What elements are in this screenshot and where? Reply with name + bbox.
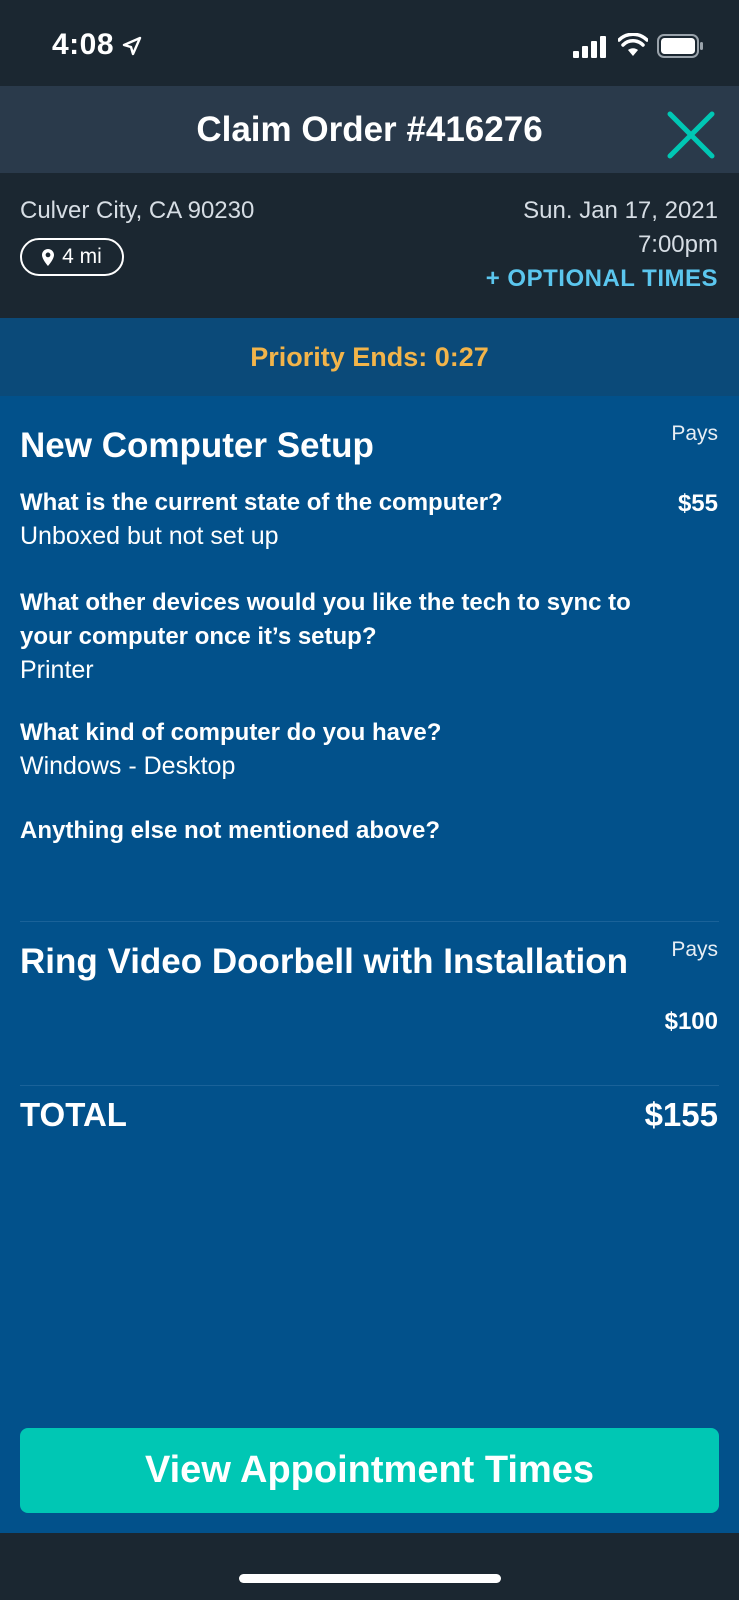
total-label: TOTAL bbox=[20, 1096, 127, 1133]
cellular-signal-icon bbox=[573, 36, 606, 58]
pays-label: Pays bbox=[671, 422, 718, 445]
priority-banner: Priority Ends: 0:27 bbox=[0, 318, 739, 396]
service-title: New Computer Setup bbox=[20, 426, 374, 465]
appointment-date: Sun. Jan 17, 2021 bbox=[523, 197, 718, 224]
distance-badge: 4 mi bbox=[20, 238, 124, 276]
home-indicator[interactable] bbox=[239, 1574, 501, 1583]
priority-countdown: Priority Ends: 0:27 bbox=[250, 342, 489, 372]
appointment-time: 7:00pm bbox=[637, 231, 718, 258]
order-details: New Computer Setup Pays $55 What is the … bbox=[0, 396, 739, 1533]
total-value: $155 bbox=[644, 1096, 718, 1133]
question: What other devices would you like the te… bbox=[20, 589, 631, 650]
service-price: $55 bbox=[677, 490, 718, 517]
divider bbox=[20, 1085, 719, 1086]
header-bar: Claim Order #416276 bbox=[0, 86, 739, 173]
location-arrow-icon bbox=[122, 36, 142, 56]
question: Anything else not mentioned above? bbox=[20, 817, 441, 844]
optional-times-link[interactable]: + OPTIONAL TIMES bbox=[486, 265, 718, 293]
status-bar: 4:08 bbox=[0, 0, 739, 86]
battery-icon bbox=[657, 34, 703, 58]
pays-label: Pays bbox=[671, 938, 718, 961]
question: What is the current state of the compute… bbox=[20, 489, 503, 516]
close-icon[interactable] bbox=[664, 108, 718, 162]
service-title: Ring Video Doorbell with Installation bbox=[20, 942, 628, 981]
map-pin-icon bbox=[42, 248, 55, 266]
answer: Printer bbox=[20, 656, 94, 684]
answer: Windows - Desktop bbox=[20, 752, 236, 780]
page-title: Claim Order #416276 bbox=[196, 110, 543, 149]
view-appointment-times-button[interactable]: View Appointment Times bbox=[20, 1428, 719, 1513]
order-info: Culver City, CA 90230 4 mi Sun. Jan 17, … bbox=[0, 173, 739, 318]
answer: Unboxed but not set up bbox=[20, 522, 279, 550]
status-time: 4:08 bbox=[52, 28, 115, 61]
location-city: Culver City, CA 90230 bbox=[20, 197, 255, 224]
distance-label: 4 mi bbox=[62, 245, 102, 268]
question: What kind of computer do you have? bbox=[20, 719, 442, 746]
service-price: $100 bbox=[664, 1008, 718, 1035]
wifi-icon bbox=[618, 33, 648, 56]
divider bbox=[20, 921, 719, 922]
